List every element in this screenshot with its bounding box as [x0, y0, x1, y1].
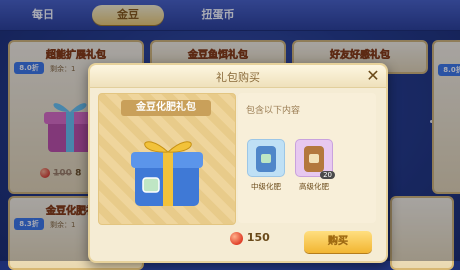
package-contents: 包含以下内容 中级化肥 20 高级化肥	[238, 93, 376, 223]
content-item[interactable]: 中级化肥	[246, 139, 286, 192]
item-name: 中级化肥	[251, 182, 281, 191]
purchase-price: 150	[230, 231, 270, 245]
price-value: 150	[246, 231, 270, 244]
close-icon: ✕	[366, 66, 380, 85]
package-name: 金豆化肥礼包	[121, 100, 211, 116]
purchase-dialog: 礼包购买 ✕ 金豆化肥礼包 包含以下内容 中级化肥 20 高级化肥 150 购买	[88, 63, 388, 263]
dialog-header: 礼包购买	[90, 65, 386, 88]
close-button[interactable]: ✕	[364, 67, 382, 85]
contents-label: 包含以下内容	[246, 106, 301, 116]
item-name: 高级化肥	[299, 182, 329, 191]
dialog-title: 礼包购买	[216, 71, 260, 84]
fertilizer-bag-purple-icon: 20	[295, 139, 335, 179]
fertilizer-bag-blue-icon	[247, 139, 285, 177]
buy-button[interactable]: 购买	[304, 231, 372, 253]
package-preview: 金豆化肥礼包	[98, 93, 236, 225]
gift-box-icon	[131, 141, 203, 206]
coin-icon	[230, 231, 243, 245]
content-item[interactable]: 20 高级化肥	[294, 139, 335, 192]
item-quantity: 20	[320, 171, 335, 179]
